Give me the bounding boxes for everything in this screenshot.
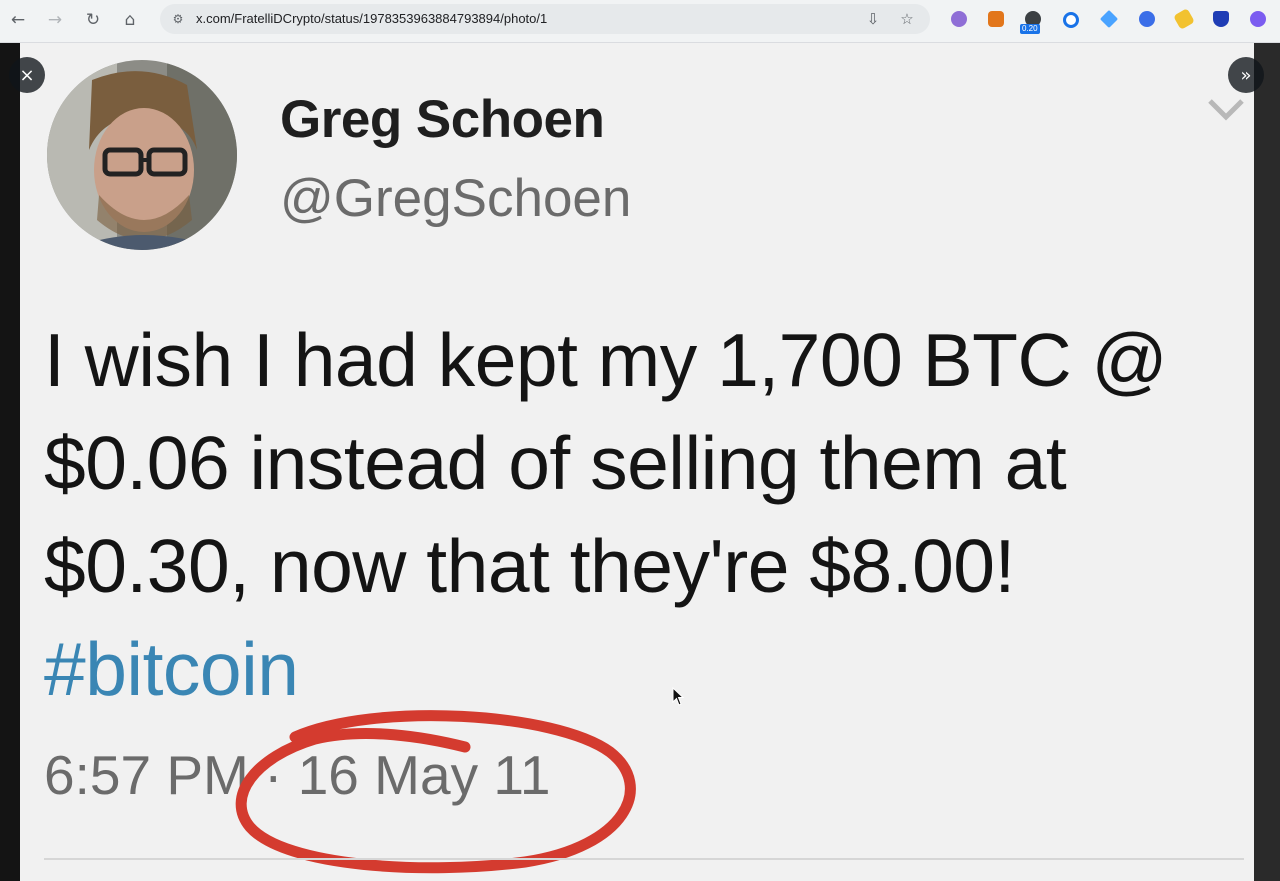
- reload-icon[interactable]: ↻: [80, 7, 106, 33]
- gem-extension-icon[interactable]: [1099, 9, 1119, 29]
- shield-extension-icon[interactable]: [1213, 11, 1229, 27]
- mouse-cursor-icon: [672, 687, 685, 706]
- red-circle-annotation: [235, 710, 636, 874]
- close-icon[interactable]: ×: [9, 57, 45, 93]
- divider: [44, 858, 1244, 860]
- chevron-down-icon: [1208, 99, 1244, 121]
- tweet-text: I wish I had kept my 1,700 BTC @ $0.06 i…: [44, 309, 1244, 721]
- home-icon[interactable]: ⌂: [117, 7, 143, 33]
- forward-icon[interactable]: →: [42, 7, 68, 33]
- extension-icon-4[interactable]: [1063, 12, 1079, 28]
- tweet-body: I wish I had kept my 1,700 BTC @ $0.06 i…: [44, 318, 1168, 608]
- avatar: [47, 60, 237, 250]
- extension-icon-1[interactable]: [951, 11, 967, 27]
- username-handle: @GregSchoen: [280, 169, 632, 228]
- address-bar[interactable]: ⚙ x.com/FratelliDCrypto/status/197835396…: [160, 4, 930, 34]
- browser-toolbar: ← → ↻ ⌂ ⚙ x.com/FratelliDCrypto/status/1…: [0, 0, 1280, 43]
- tweet-photo: Greg Schoen @GregSchoen I wish I had kep…: [20, 43, 1254, 881]
- url-text[interactable]: x.com/FratelliDCrypto/status/19783539638…: [196, 11, 547, 26]
- metamask-icon[interactable]: [988, 11, 1004, 27]
- profile-photo: [47, 60, 237, 250]
- install-app-icon[interactable]: ⇩: [864, 10, 882, 28]
- extension-icon-6[interactable]: [1139, 11, 1155, 27]
- extension-badge: 0.20: [1020, 24, 1040, 34]
- extension-icon-9[interactable]: [1250, 11, 1266, 27]
- viewer-backdrop-left: [0, 43, 20, 881]
- display-name: Greg Schoen: [280, 90, 605, 149]
- hashtag-link: #bitcoin: [44, 627, 299, 711]
- pencil-extension-icon[interactable]: [1173, 8, 1195, 30]
- site-info-icon[interactable]: ⚙: [169, 10, 187, 28]
- bookmark-star-icon[interactable]: ☆: [898, 10, 916, 28]
- viewer-backdrop-right: [1254, 43, 1280, 881]
- back-icon[interactable]: ←: [5, 7, 31, 33]
- next-panel-icon[interactable]: »: [1228, 57, 1264, 93]
